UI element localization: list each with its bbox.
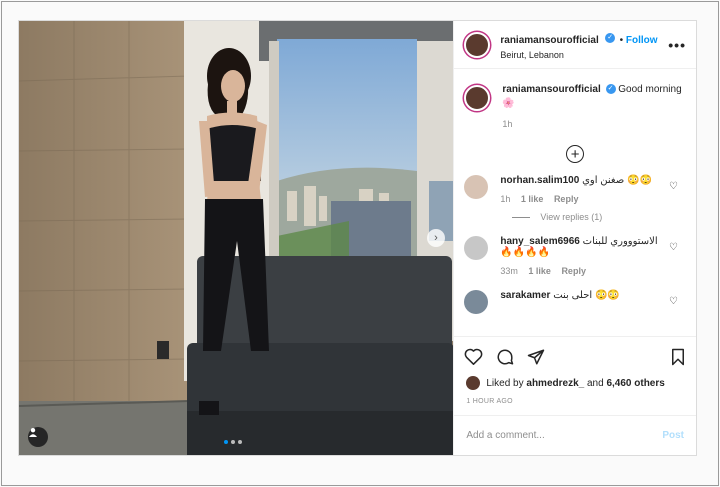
liked-by-user[interactable]: ahmedrezk_ <box>526 378 584 389</box>
plus-icon: + <box>570 145 580 163</box>
carousel-dot-active <box>224 440 228 444</box>
carousel-indicator <box>224 440 242 444</box>
post-header: raniamansourofficial ✓ • Follow Beirut, … <box>454 21 696 69</box>
photo-illustration <box>19 21 454 455</box>
instagram-post: › raniamansourofficial ✓ • Follow Beirut… <box>18 20 697 456</box>
replies-divider-line <box>512 216 531 218</box>
more-options-button[interactable]: ••• <box>668 37 686 53</box>
user-icon <box>29 428 37 437</box>
add-comment-bar: Post <box>454 415 696 455</box>
like-comment-heart-icon[interactable]: ♡ <box>669 296 678 307</box>
share-paper-plane-icon[interactable] <box>527 348 545 366</box>
comment-item: hany_salem6966 الاستوووري للبنات 🔥🔥🔥🔥 33… <box>454 236 696 276</box>
comment-time[interactable]: 1h <box>500 194 510 204</box>
verified-badge-icon: ✓ <box>605 84 616 95</box>
author-avatar[interactable] <box>464 31 491 58</box>
comment-text: الاستوووري للبنات <box>582 236 658 247</box>
comment-username[interactable]: norhan.salim100 <box>500 175 579 186</box>
comment-text: صغنن اوي 😳😳 <box>582 175 652 186</box>
comment-username[interactable]: sarakamer <box>500 290 550 301</box>
comment-item: sarakamer احلى بنت 😳😳 ♡ <box>454 290 696 314</box>
comment-reply-button[interactable]: Reply <box>554 194 579 204</box>
load-more-comments-button[interactable]: + <box>566 145 585 163</box>
liker-avatar[interactable] <box>466 376 481 390</box>
caption-emoji: 🌸 <box>502 98 515 109</box>
comment-meta: 1h 1 like Reply <box>500 194 686 204</box>
commenter-avatar[interactable] <box>464 175 489 199</box>
caption-avatar[interactable] <box>464 85 491 111</box>
comment-time[interactable]: 33m <box>500 266 518 276</box>
comment-meta: 33m 1 like Reply <box>500 266 686 276</box>
comment-body: hany_salem6966 الاستوووري للبنات 🔥🔥🔥🔥 33… <box>500 236 686 276</box>
like-comment-heart-icon[interactable]: ♡ <box>669 242 678 253</box>
caption-body: raniamansourofficial ✓ Good morning 🌸 1h <box>502 83 681 131</box>
next-photo-button[interactable]: › <box>427 229 445 247</box>
liked-by-and: and <box>586 377 604 389</box>
comment-item: norhan.salim100 صغنن اوي 😳😳 1h 1 like Re… <box>454 175 696 204</box>
comment-body: sarakamer احلى بنت 😳😳 <box>500 290 686 314</box>
post-actions <box>454 336 696 376</box>
like-heart-icon[interactable] <box>464 348 483 365</box>
comment-likes[interactable]: 1 like <box>528 266 551 276</box>
liked-by-others[interactable]: 6,460 others <box>606 378 664 389</box>
post-caption: raniamansourofficial ✓ Good morning 🌸 1h <box>454 69 696 137</box>
post-sidebar: raniamansourofficial ✓ • Follow Beirut, … <box>453 21 696 455</box>
comment-likes[interactable]: 1 like <box>521 194 544 204</box>
post-time-ago[interactable]: 1 HOUR AGO <box>454 390 696 405</box>
comment-username[interactable]: hany_salem6966 <box>500 236 580 247</box>
comment-reply-button[interactable]: Reply <box>561 266 586 276</box>
author-username[interactable]: raniamansourofficial <box>500 35 598 46</box>
load-more-comments: + <box>454 145 696 163</box>
view-replies-label[interactable]: View replies (1) <box>540 212 602 222</box>
comment-bubble-icon[interactable] <box>496 348 514 366</box>
add-comment-input[interactable] <box>466 430 663 441</box>
verified-badge-icon: ✓ <box>605 33 616 44</box>
view-replies[interactable]: View replies (1) <box>512 212 696 222</box>
comments-section[interactable]: raniamansourofficial ✓ Good morning 🌸 1h… <box>454 69 696 336</box>
chevron-right-icon: › <box>434 232 438 244</box>
follow-button[interactable]: Follow <box>626 35 658 46</box>
likes-summary: Liked by ahmedrezk_ and 6,460 others <box>454 376 696 390</box>
post-photo[interactable]: › <box>19 21 454 455</box>
comment-body: norhan.salim100 صغنن اوي 😳😳 1h 1 like Re… <box>500 175 686 204</box>
comment-text: احلى بنت 😳😳 <box>553 290 620 301</box>
tagged-users-button[interactable] <box>28 427 48 447</box>
save-bookmark-icon[interactable] <box>670 348 686 366</box>
liked-by-prefix: Liked by <box>486 377 524 389</box>
like-comment-heart-icon[interactable]: ♡ <box>669 181 678 192</box>
caption-text: Good morning <box>618 84 682 95</box>
commenter-avatar[interactable] <box>464 290 489 314</box>
caption-username[interactable]: raniamansourofficial <box>502 84 600 95</box>
comment-emoji: 🔥🔥🔥🔥 <box>500 247 551 258</box>
post-location[interactable]: Beirut, Lebanon <box>500 50 668 60</box>
carousel-dot <box>238 440 242 444</box>
caption-time[interactable]: 1h <box>502 117 681 131</box>
carousel-dot <box>231 440 235 444</box>
commenter-avatar[interactable] <box>464 236 489 260</box>
author-info: raniamansourofficial ✓ • Follow Beirut, … <box>500 30 668 60</box>
post-comment-button[interactable]: Post <box>662 430 684 441</box>
